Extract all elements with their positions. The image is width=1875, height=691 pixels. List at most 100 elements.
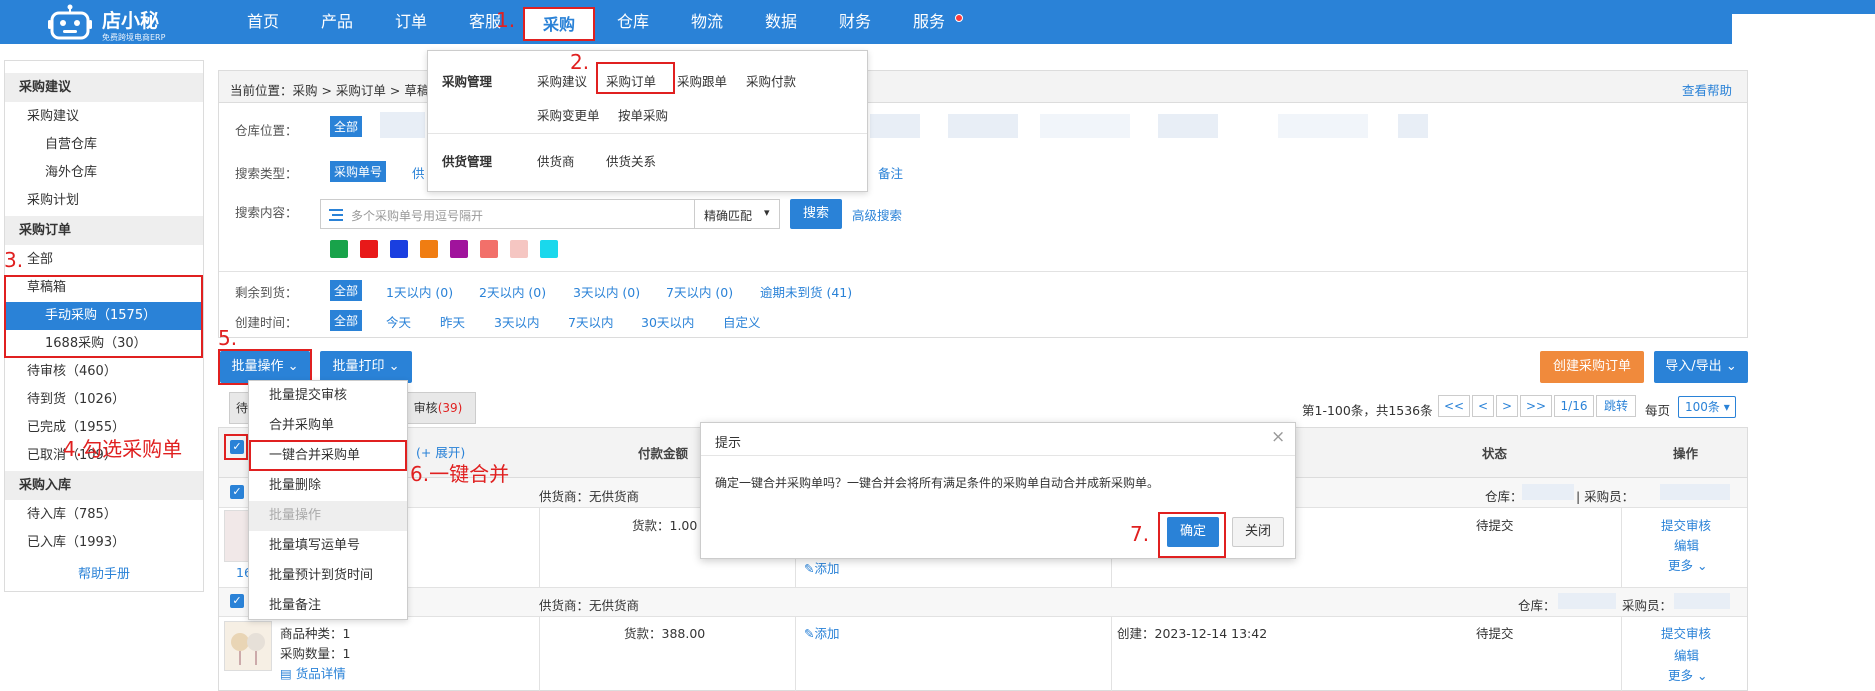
nav-orders[interactable]: 订单 — [395, 0, 427, 44]
remain-opt-3d[interactable]: 3天以内 (0) — [573, 282, 640, 301]
color-tag-swatch[interactable] — [360, 240, 378, 258]
warehouse-option[interactable] — [1398, 114, 1428, 138]
created-opt-yesterday[interactable]: 昨天 — [440, 312, 465, 331]
color-tag-swatch[interactable] — [420, 240, 438, 258]
row-buyer-label: 采购员： — [1622, 598, 1673, 613]
menu-item-supply-relation[interactable]: 供货关系 — [606, 151, 656, 170]
create-purchase-order-button[interactable]: 创建采购订单 — [1540, 351, 1644, 383]
color-tag-swatch[interactable] — [540, 240, 558, 258]
sidebar-item-own-warehouse[interactable]: 自营仓库 — [5, 131, 203, 159]
nav-home[interactable]: 首页 — [247, 0, 279, 44]
sidebar-item-stocked-in[interactable]: 已入库（1993） — [5, 529, 203, 557]
menu-batch-note[interactable]: 批量备注 — [249, 591, 407, 621]
menu-batch-tracking-no[interactable]: 批量填写运单号 — [249, 531, 407, 561]
nav-warehouse[interactable]: 仓库 — [617, 0, 649, 44]
row-submit-review[interactable]: 提交审核 — [1661, 515, 1711, 534]
page-last[interactable]: >> — [1520, 395, 1552, 417]
warehouse-option[interactable] — [1040, 114, 1130, 138]
row-goods-detail[interactable]: ▤ 货品详情 — [280, 663, 346, 682]
nav-products[interactable]: 产品 — [321, 0, 353, 44]
row-checkbox[interactable]: ✓ — [230, 485, 244, 499]
sidebar-item-suggestion[interactable]: 采购建议 — [5, 103, 203, 131]
warehouse-option[interactable] — [870, 114, 920, 138]
created-opt-30d[interactable]: 30天以内 — [641, 312, 694, 331]
search-type-order-no[interactable]: 采购单号 — [330, 161, 387, 182]
per-page-select[interactable]: 100条 ▾ — [1678, 396, 1736, 418]
nav-logistics[interactable]: 物流 — [691, 0, 723, 44]
row-add-note[interactable]: ✎添加 — [804, 623, 840, 642]
color-tag-swatch[interactable] — [390, 240, 408, 258]
color-tag-swatch[interactable] — [330, 240, 348, 258]
page-next[interactable]: > — [1496, 395, 1518, 417]
product-thumbnail[interactable] — [224, 621, 272, 671]
created-opt-custom[interactable]: 自定义 — [723, 312, 761, 331]
import-export-button[interactable]: 导入/导出 ⌄ — [1654, 351, 1748, 383]
nav-finance[interactable]: 财务 — [839, 0, 871, 44]
sidebar-item-plan[interactable]: 采购计划 — [5, 187, 203, 215]
row-edit[interactable]: 编辑 — [1674, 645, 1699, 664]
help-link[interactable]: 查看帮助 — [1682, 80, 1732, 99]
sidebar-item-all[interactable]: 全部 — [5, 246, 203, 274]
close-icon[interactable]: × — [1271, 427, 1285, 447]
menu-batch-delete[interactable]: 批量删除 — [249, 471, 407, 501]
menu-item-order-based-purchase[interactable]: 按单采购 — [618, 105, 668, 124]
cancel-button[interactable]: 关闭 — [1232, 517, 1284, 547]
logo[interactable]: 店小秘 免费跨境电商ERP — [48, 2, 188, 42]
remain-opt-1d[interactable]: 1天以内 (0) — [386, 282, 453, 301]
annotation-step-7: 7. — [1130, 522, 1150, 546]
sidebar-help-link[interactable]: 帮助手册 — [5, 561, 203, 589]
remain-all-chip[interactable]: 全部 — [330, 280, 363, 301]
batch-print-button[interactable]: 批量打印 ⌄ — [320, 351, 412, 383]
nav-services[interactable]: 服务 — [913, 0, 945, 44]
menu-item-supplier[interactable]: 供货商 — [537, 151, 575, 170]
menu-item-purchase-tracking[interactable]: 采购跟单 — [677, 71, 727, 90]
page-prev[interactable]: < — [1472, 395, 1494, 417]
brand-name: 店小秘 — [102, 10, 160, 32]
warehouse-option[interactable] — [1158, 114, 1218, 138]
sidebar-item-pending-arrival[interactable]: 待到货（1026） — [5, 386, 203, 414]
notification-dot — [955, 14, 963, 22]
search-button[interactable]: 搜索 — [790, 199, 842, 229]
advanced-search-link[interactable]: 高级搜索 — [852, 205, 902, 224]
search-input[interactable]: 多个采购单号用逗号隔开 精确匹配 ▾ — [320, 199, 780, 229]
page-first[interactable]: << — [1438, 395, 1470, 417]
created-opt-3d[interactable]: 3天以内 — [494, 312, 539, 331]
row-add-note[interactable]: ✎添加 — [804, 558, 840, 577]
warehouse-option[interactable] — [1278, 114, 1368, 138]
color-tag-swatch[interactable] — [510, 240, 528, 258]
page-jump[interactable]: 跳转 — [1596, 395, 1636, 417]
created-opt-today[interactable]: 今天 — [386, 312, 411, 331]
row-more[interactable]: 更多 ⌄ — [1668, 555, 1707, 574]
remain-opt-2d[interactable]: 2天以内 (0) — [479, 282, 546, 301]
user-account-box[interactable] — [1732, 14, 1875, 44]
color-tag-swatch[interactable] — [480, 240, 498, 258]
row-checkbox[interactable]: ✓ — [230, 594, 244, 608]
match-mode-select[interactable]: 精确匹配 — [704, 207, 752, 224]
row-submit-review[interactable]: 提交审核 — [1661, 623, 1711, 642]
nav-data[interactable]: 数据 — [765, 0, 797, 44]
color-tag-swatch[interactable] — [450, 240, 468, 258]
menu-merge-orders[interactable]: 合并采购单 — [249, 411, 407, 441]
warehouse-all-chip[interactable]: 全部 — [330, 116, 363, 137]
menu-item-change-order[interactable]: 采购变更单 — [537, 105, 600, 124]
warehouse-option[interactable] — [380, 112, 425, 138]
menu-batch-arrival-time[interactable]: 批量预计到货时间 — [249, 561, 407, 591]
sidebar-section-orders: 采购订单 — [5, 216, 203, 245]
sidebar-item-pending-stock-in[interactable]: 待入库（785） — [5, 501, 203, 529]
row-more[interactable]: 更多 ⌄ — [1668, 665, 1707, 684]
created-opt-7d[interactable]: 7天以内 — [568, 312, 613, 331]
sidebar-item-overseas-warehouse[interactable]: 海外仓库 — [5, 159, 203, 187]
page-indicator[interactable]: 1/16 — [1554, 395, 1594, 417]
row-edit[interactable]: 编辑 — [1674, 535, 1699, 554]
nav-purchase[interactable]: 采购 — [523, 7, 595, 41]
tab-review[interactable]: 审核(39) — [400, 392, 476, 424]
remain-opt-7d[interactable]: 7天以内 (0) — [666, 282, 733, 301]
search-type-supplier[interactable]: 供 — [412, 163, 425, 182]
search-type-note[interactable]: 备注 — [878, 163, 903, 182]
sidebar-item-pending-review[interactable]: 待审核（460） — [5, 358, 203, 386]
menu-batch-submit-review[interactable]: 批量提交审核 — [249, 381, 407, 411]
warehouse-option[interactable] — [948, 114, 1018, 138]
menu-item-purchase-payment[interactable]: 采购付款 — [746, 71, 796, 90]
remain-opt-overdue[interactable]: 逾期未到货 (41) — [760, 282, 852, 301]
created-all-chip[interactable]: 全部 — [330, 310, 363, 331]
